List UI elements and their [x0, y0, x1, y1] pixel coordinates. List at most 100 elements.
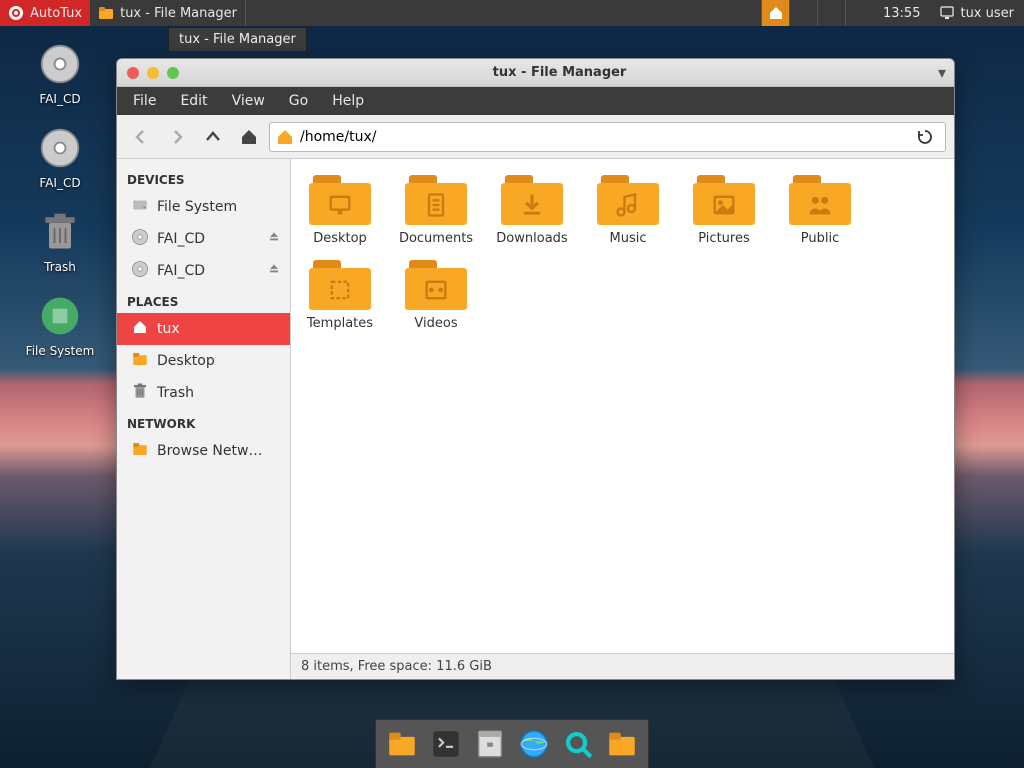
dock-search[interactable]: [558, 724, 598, 764]
folder-icon: [501, 175, 563, 225]
nav-up-button[interactable]: [197, 121, 229, 153]
desktop-icon-label: FAI_CD: [39, 176, 80, 190]
home-icon: [768, 5, 784, 21]
folder-desktop[interactable]: Desktop: [301, 175, 379, 246]
desktop-icon-label: Trash: [44, 260, 76, 274]
folder-label: Music: [610, 231, 647, 246]
menu-edit[interactable]: Edit: [170, 90, 217, 112]
sidebar-item-label: Browse Netw…: [157, 443, 262, 459]
nav-back-button[interactable]: [125, 121, 157, 153]
desktop-icon-disc[interactable]: FAI_CD: [10, 40, 110, 106]
workspace-2[interactable]: [789, 0, 817, 26]
dock-archive[interactable]: [470, 724, 510, 764]
dock-folder2[interactable]: [602, 724, 642, 764]
user-label: tux user: [960, 6, 1014, 21]
sidebar-item-label: tux: [157, 321, 180, 337]
folder-videos[interactable]: Videos: [397, 260, 475, 331]
folder-label: Videos: [414, 316, 457, 331]
chevron-up-icon: [204, 128, 222, 146]
autotux-icon: [8, 5, 24, 21]
refresh-icon[interactable]: [911, 128, 939, 146]
folder-label: Templates: [307, 316, 373, 331]
dock: [375, 719, 649, 768]
sidebar-header: PLACES: [117, 287, 290, 313]
taskbar-button-label: tux - File Manager: [120, 6, 237, 21]
titlebar[interactable]: tux - File Manager ▾: [117, 59, 954, 87]
sidebar-item-trash[interactable]: Trash: [117, 377, 290, 409]
trash-icon: [131, 382, 149, 404]
sidebar-item-desktop[interactable]: Desktop: [117, 345, 290, 377]
sidebar-item-tux[interactable]: tux: [117, 313, 290, 345]
desktop-icon-label: File System: [26, 344, 95, 358]
desktop-icons: FAI_CD FAI_CD Trash File System: [10, 40, 110, 358]
dock-browser[interactable]: [514, 724, 554, 764]
user-menu[interactable]: tux user: [930, 0, 1024, 26]
folder-downloads[interactable]: Downloads: [493, 175, 571, 246]
desktop-icon-disc[interactable]: FAI_CD: [10, 124, 110, 190]
app-menu-label: AutoTux: [30, 6, 82, 21]
window-menu-button[interactable]: ▾: [930, 63, 954, 82]
dock-files[interactable]: [382, 724, 422, 764]
drive-icon: [131, 196, 149, 218]
clock[interactable]: 13:55: [873, 0, 930, 26]
disc-icon: [36, 124, 84, 172]
sidebar-header: DEVICES: [117, 165, 290, 191]
app-menu-button[interactable]: AutoTux: [0, 0, 90, 26]
disc-icon: [131, 228, 149, 250]
dock-terminal[interactable]: [426, 724, 466, 764]
minimize-button[interactable]: [147, 67, 159, 79]
nav-forward-button[interactable]: [161, 121, 193, 153]
folder-icon: [98, 5, 114, 21]
workspace-4[interactable]: [845, 0, 873, 26]
top-panel: AutoTux tux - File Manager 13:55 tux use…: [0, 0, 1024, 26]
chevron-right-icon: [168, 128, 186, 146]
menubar: FileEditViewGoHelp: [117, 87, 954, 115]
taskbar-button-filemanager[interactable]: tux - File Manager: [90, 0, 246, 26]
folder-icon: [131, 350, 149, 372]
folder-documents[interactable]: Documents: [397, 175, 475, 246]
workspace-3[interactable]: [817, 0, 845, 26]
folder-music[interactable]: Music: [589, 175, 667, 246]
menu-go[interactable]: Go: [279, 90, 318, 112]
sidebar-item-fai-cd[interactable]: FAI_CD: [117, 223, 290, 255]
eject-button[interactable]: [266, 261, 282, 281]
close-button[interactable]: [127, 67, 139, 79]
folder-icon: [131, 440, 149, 462]
folder-templates[interactable]: Templates: [301, 260, 379, 331]
nav-home-button[interactable]: [233, 121, 265, 153]
menu-file[interactable]: File: [123, 90, 166, 112]
disc-icon: [36, 40, 84, 88]
sidebar-item-browse-netw-[interactable]: Browse Netw…: [117, 435, 290, 467]
folder-public[interactable]: Public: [781, 175, 859, 246]
menu-help[interactable]: Help: [322, 90, 374, 112]
sidebar: DEVICES File System FAI_CD FAI_CD PLACES…: [117, 159, 291, 679]
folder-icon: [405, 260, 467, 310]
sidebar-item-label: FAI_CD: [157, 231, 205, 247]
sidebar-item-file-system[interactable]: File System: [117, 191, 290, 223]
folder-label: Pictures: [698, 231, 749, 246]
desktop-icon-disk[interactable]: File System: [10, 292, 110, 358]
menu-view[interactable]: View: [222, 90, 275, 112]
chevron-left-icon: [132, 128, 150, 146]
disk-icon: [36, 292, 84, 340]
folder-icon: [405, 175, 467, 225]
sidebar-item-label: File System: [157, 199, 237, 215]
monitor-icon: [940, 6, 954, 20]
home-icon: [239, 127, 259, 147]
sidebar-item-label: Desktop: [157, 353, 215, 369]
location-bar[interactable]: /home/tux/: [269, 122, 946, 152]
sidebar-item-fai-cd[interactable]: FAI_CD: [117, 255, 290, 287]
folder-view[interactable]: Desktop Documents Downloads Music: [291, 159, 954, 653]
location-path: /home/tux/: [300, 129, 377, 145]
workspace-1[interactable]: [761, 0, 789, 26]
sidebar-item-label: FAI_CD: [157, 263, 205, 279]
sidebar-header: NETWORK: [117, 409, 290, 435]
folder-pictures[interactable]: Pictures: [685, 175, 763, 246]
folder-icon: [597, 175, 659, 225]
statusbar: 8 items, Free space: 11.6 GiB: [291, 653, 954, 679]
trash-icon: [36, 208, 84, 256]
eject-button[interactable]: [266, 229, 282, 249]
desktop-icon-trash[interactable]: Trash: [10, 208, 110, 274]
maximize-button[interactable]: [167, 67, 179, 79]
home-icon: [131, 318, 149, 340]
